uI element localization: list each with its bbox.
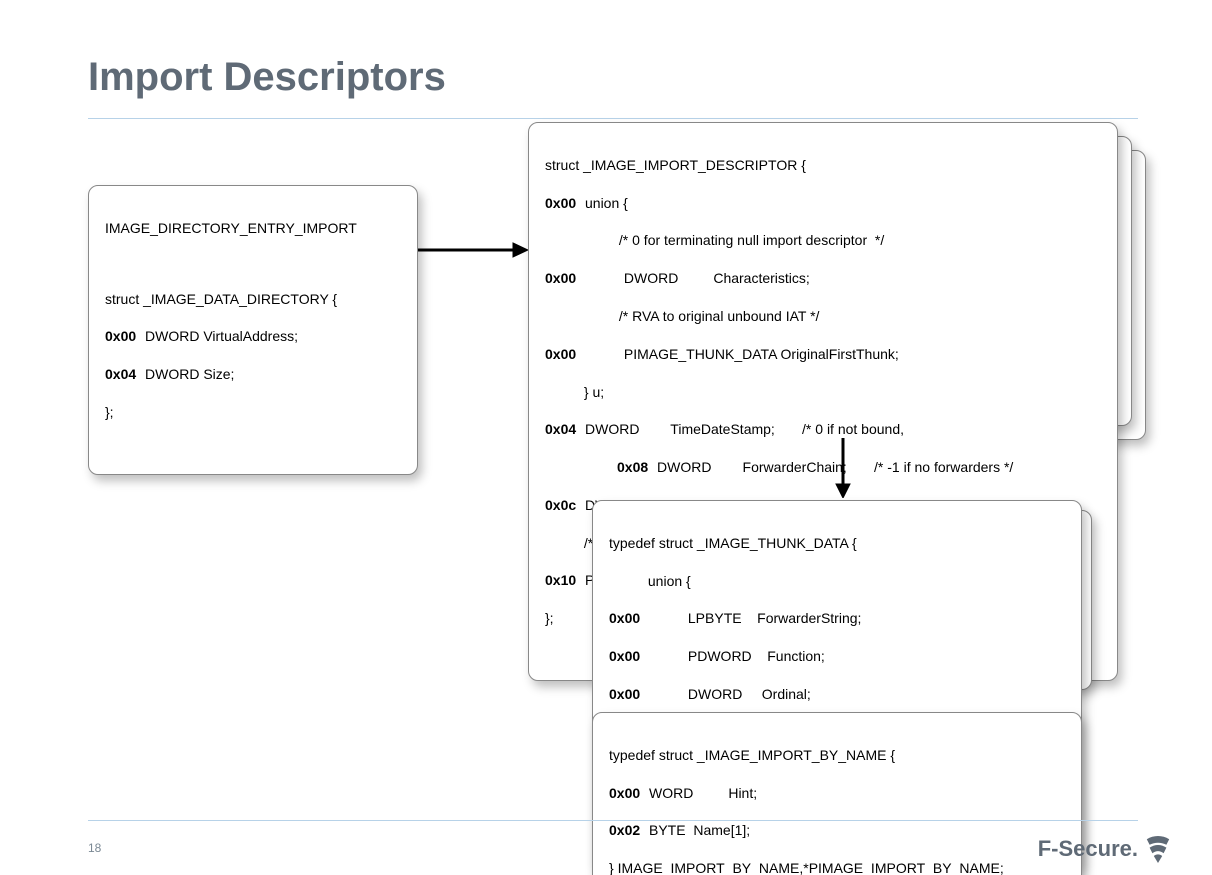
offset: 0x00 (609, 784, 649, 803)
offset: 0x00 (609, 685, 649, 704)
text: /* RVA to original unbound IAT */ (545, 307, 1101, 326)
divider-top (88, 118, 1138, 119)
offset: 0x04 (105, 365, 145, 384)
box-image-data-directory: IMAGE_DIRECTORY_ENTRY_IMPORT struct _IMA… (88, 185, 418, 475)
page-title: Import Descriptors (88, 55, 446, 100)
text: } u; (545, 383, 1101, 402)
text: union { (609, 572, 1065, 591)
text: IMAGE_DIRECTORY_ENTRY_IMPORT (105, 219, 401, 238)
text: }; (105, 403, 401, 422)
text: typedef struct _IMAGE_IMPORT_BY_NAME { (609, 746, 1065, 765)
text: struct _IMAGE_DATA_DIRECTORY { (105, 290, 401, 309)
arrow-icon (833, 438, 853, 498)
text: DWORD Size; (145, 366, 234, 382)
box-image-thunk-data: typedef struct _IMAGE_THUNK_DATA { union… (592, 500, 1082, 680)
text: LPBYTE ForwarderString; (649, 610, 861, 626)
text: } IMAGE_IMPORT_BY_NAME,*PIMAGE_IMPORT_BY… (609, 859, 1065, 875)
text: DWORD Characteristics; (585, 270, 810, 286)
brand-text: F-Secure. (1038, 836, 1138, 862)
text: /* 0 for terminating null import descrip… (545, 231, 1101, 250)
box-image-import-descriptor: struct _IMAGE_IMPORT_DESCRIPTOR { 0x00un… (528, 122, 1118, 412)
arrow-icon (418, 240, 528, 260)
text: DWORD VirtualAddress; (145, 328, 298, 344)
offset: 0x04 (545, 420, 585, 439)
text: PDWORD Function; (649, 648, 825, 664)
slide: Import Descriptors IMAGE_DIRECTORY_ENTRY… (0, 0, 1212, 875)
box-image-import-by-name: typedef struct _IMAGE_IMPORT_BY_NAME { 0… (592, 712, 1082, 875)
text: WORD Hint; (649, 785, 757, 801)
text: struct _IMAGE_IMPORT_DESCRIPTOR { (545, 156, 1101, 175)
brand-logo: F-Secure. (1038, 835, 1172, 863)
offset: 0x10 (545, 571, 585, 590)
offset: 0x00 (545, 345, 585, 364)
text: DWORD TimeDateStamp; /* 0 if not bound, (585, 421, 904, 437)
page-number: 18 (88, 841, 101, 855)
text: BYTE Name[1]; (649, 822, 750, 838)
offset: 0x00 (609, 609, 649, 628)
offset: 0x00 (105, 327, 145, 346)
offset: 0x02 (609, 821, 649, 840)
text: union { (585, 195, 628, 211)
text: typedef struct _IMAGE_THUNK_DATA { (609, 534, 1065, 553)
fsecure-logo-icon (1144, 835, 1172, 863)
offset: 0x00 (545, 269, 585, 288)
text: DWORD Ordinal; (649, 686, 811, 702)
divider-bottom (88, 820, 1138, 821)
offset: 0x08 (617, 458, 657, 477)
offset: 0x00 (609, 647, 649, 666)
text: PIMAGE_THUNK_DATA OriginalFirstThunk; (585, 346, 899, 362)
offset: 0x0c (545, 496, 585, 515)
offset: 0x00 (545, 194, 585, 213)
